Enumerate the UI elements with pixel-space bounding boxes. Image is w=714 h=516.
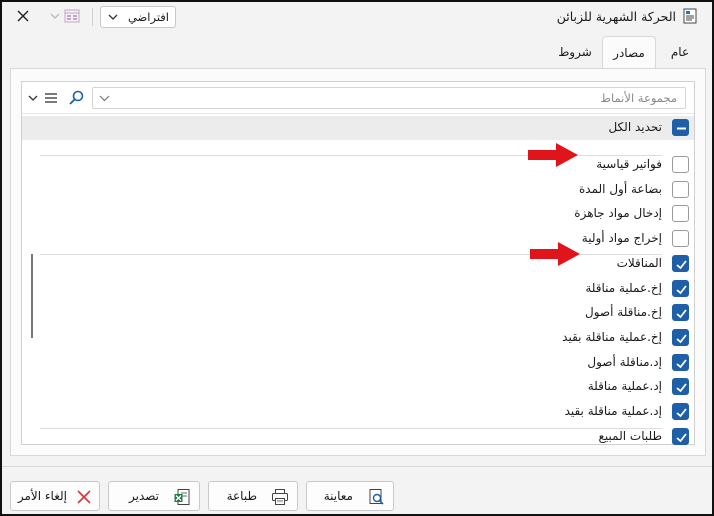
chevron-down-icon[interactable] [28,93,38,103]
printer-icon [272,489,288,505]
red-arrow-annotation [530,242,580,266]
print-button[interactable]: طباعة [208,481,298,511]
checkmark-icon [676,309,687,319]
pattern-row[interactable]: إخ.عملية مناقلة بقيد [22,326,694,350]
pattern-checkbox[interactable] [672,378,689,396]
pattern-group-placeholder: مجموعة الأنماط [600,91,677,105]
pattern-checkbox[interactable] [672,156,689,173]
cancel-button[interactable]: إلغاء الأمر [10,481,100,511]
chevron-down-icon [99,95,110,102]
footer-bar: معاينة طباعة تصدير إلغاء الأمر [2,466,712,514]
pattern-checkbox[interactable] [672,230,689,248]
chevron-down-icon[interactable] [50,11,60,21]
export-button[interactable]: تصدير [108,481,200,511]
select-all-checkbox[interactable] [672,119,689,136]
select-all-label: تحديد الكل [608,120,662,134]
pattern-label: فواتير قياسية [596,157,662,171]
sources-panel: مجموعة الأنماط تحديد الكل فواتير قياسية … [10,68,706,456]
checkmark-icon [676,359,687,368]
checkmark-icon [676,260,687,270]
pattern-row[interactable]: إد.عملية مناقلة بقيد [22,400,694,424]
chevron-down-icon [108,14,118,20]
pattern-row[interactable]: إخراج مواد أولية [22,227,694,251]
pattern-label: بضاعة أول المدة [579,181,662,196]
tab-conditions[interactable]: شروط [550,36,600,68]
cancel-icon [77,490,91,504]
pattern-row[interactable]: فواتير قياسية [22,153,694,177]
pattern-checkbox[interactable] [672,403,689,420]
pattern-label: إخ.عملية مناقلة بقيد [562,329,662,344]
checkmark-icon [676,433,687,442]
checkmark-icon [676,334,687,344]
tab-bar: عام مصادر شروط [2,36,712,68]
pattern-row[interactable]: إدخال مواد جاهزة [22,202,694,226]
layout-settings-icon[interactable] [64,8,80,24]
pattern-label: إخ.عملية مناقلة [585,280,662,295]
checkmark-icon [676,383,687,393]
select-all-row[interactable]: تحديد الكل [22,116,694,140]
cancel-label: إلغاء الأمر [17,489,67,503]
pattern-row[interactable]: إخ.مناقلة أصول [22,301,694,325]
print-label: طباعة [226,489,257,503]
tab-sources[interactable]: مصادر [602,36,656,68]
pattern-row[interactable]: إد.مناقلة أصول [22,351,694,375]
pattern-checkbox[interactable] [672,353,689,371]
pattern-checkbox[interactable] [672,180,689,198]
export-label: تصدير [128,489,159,503]
red-arrow-annotation [528,143,578,167]
checkmark-icon [676,408,687,418]
excel-export-icon [174,489,190,505]
profile-combo[interactable]: افتراضي [100,6,176,28]
report-window: الحركة الشهرية للزبائن افتراضي عام مصادر… [0,0,714,516]
title-bar: الحركة الشهرية للزبائن افتراضي [2,2,712,32]
filter-bar: مجموعة الأنماط [22,82,694,114]
pattern-label: المناقلات [616,255,662,270]
preview-button[interactable]: معاينة [306,481,394,511]
profile-combo-value: افتراضي [127,10,169,24]
pattern-row[interactable]: إد.عملية مناقلة [22,375,694,399]
checkmark-icon [676,284,687,294]
pattern-row[interactable]: بضاعة أول المدة [22,178,694,202]
pattern-label: إد.عملية مناقلة [587,379,662,394]
toolbar-separator [92,8,93,26]
pattern-checkbox[interactable] [672,205,689,223]
pattern-checkbox[interactable] [672,279,689,297]
search-icon[interactable] [68,90,84,106]
pattern-checkbox[interactable] [672,427,689,445]
pattern-label: طلبات المبيع [598,428,662,443]
preview-label: معاينة [323,489,353,503]
close-icon[interactable] [14,7,32,25]
window-title: الحركة الشهرية للزبائن [556,9,676,24]
preview-icon [369,489,384,505]
vertical-guide-line [31,254,33,338]
pattern-label: إدخال مواد جاهزة [574,206,662,221]
tab-general[interactable]: عام [660,36,700,68]
pattern-label: إخ.مناقلة أصول [585,305,662,320]
pattern-checkbox[interactable] [672,328,689,346]
report-icon [683,8,697,24]
pattern-label: إد.عملية مناقلة بقيد [564,404,662,418]
pattern-row[interactable]: إخ.عملية مناقلة [22,277,694,301]
pattern-checkbox[interactable] [672,254,689,272]
menu-icon[interactable] [44,91,58,105]
pattern-group-combo[interactable]: مجموعة الأنماط [92,87,686,109]
pattern-list: مجموعة الأنماط تحديد الكل فواتير قياسية … [21,81,695,445]
pattern-label: إخراج مواد أولية [581,231,662,246]
pattern-checkbox[interactable] [672,304,689,322]
pattern-label: إد.مناقلة أصول [587,354,662,369]
minus-icon [677,127,686,130]
divider-line [40,428,662,429]
pattern-row[interactable]: المناقلات [22,252,694,276]
